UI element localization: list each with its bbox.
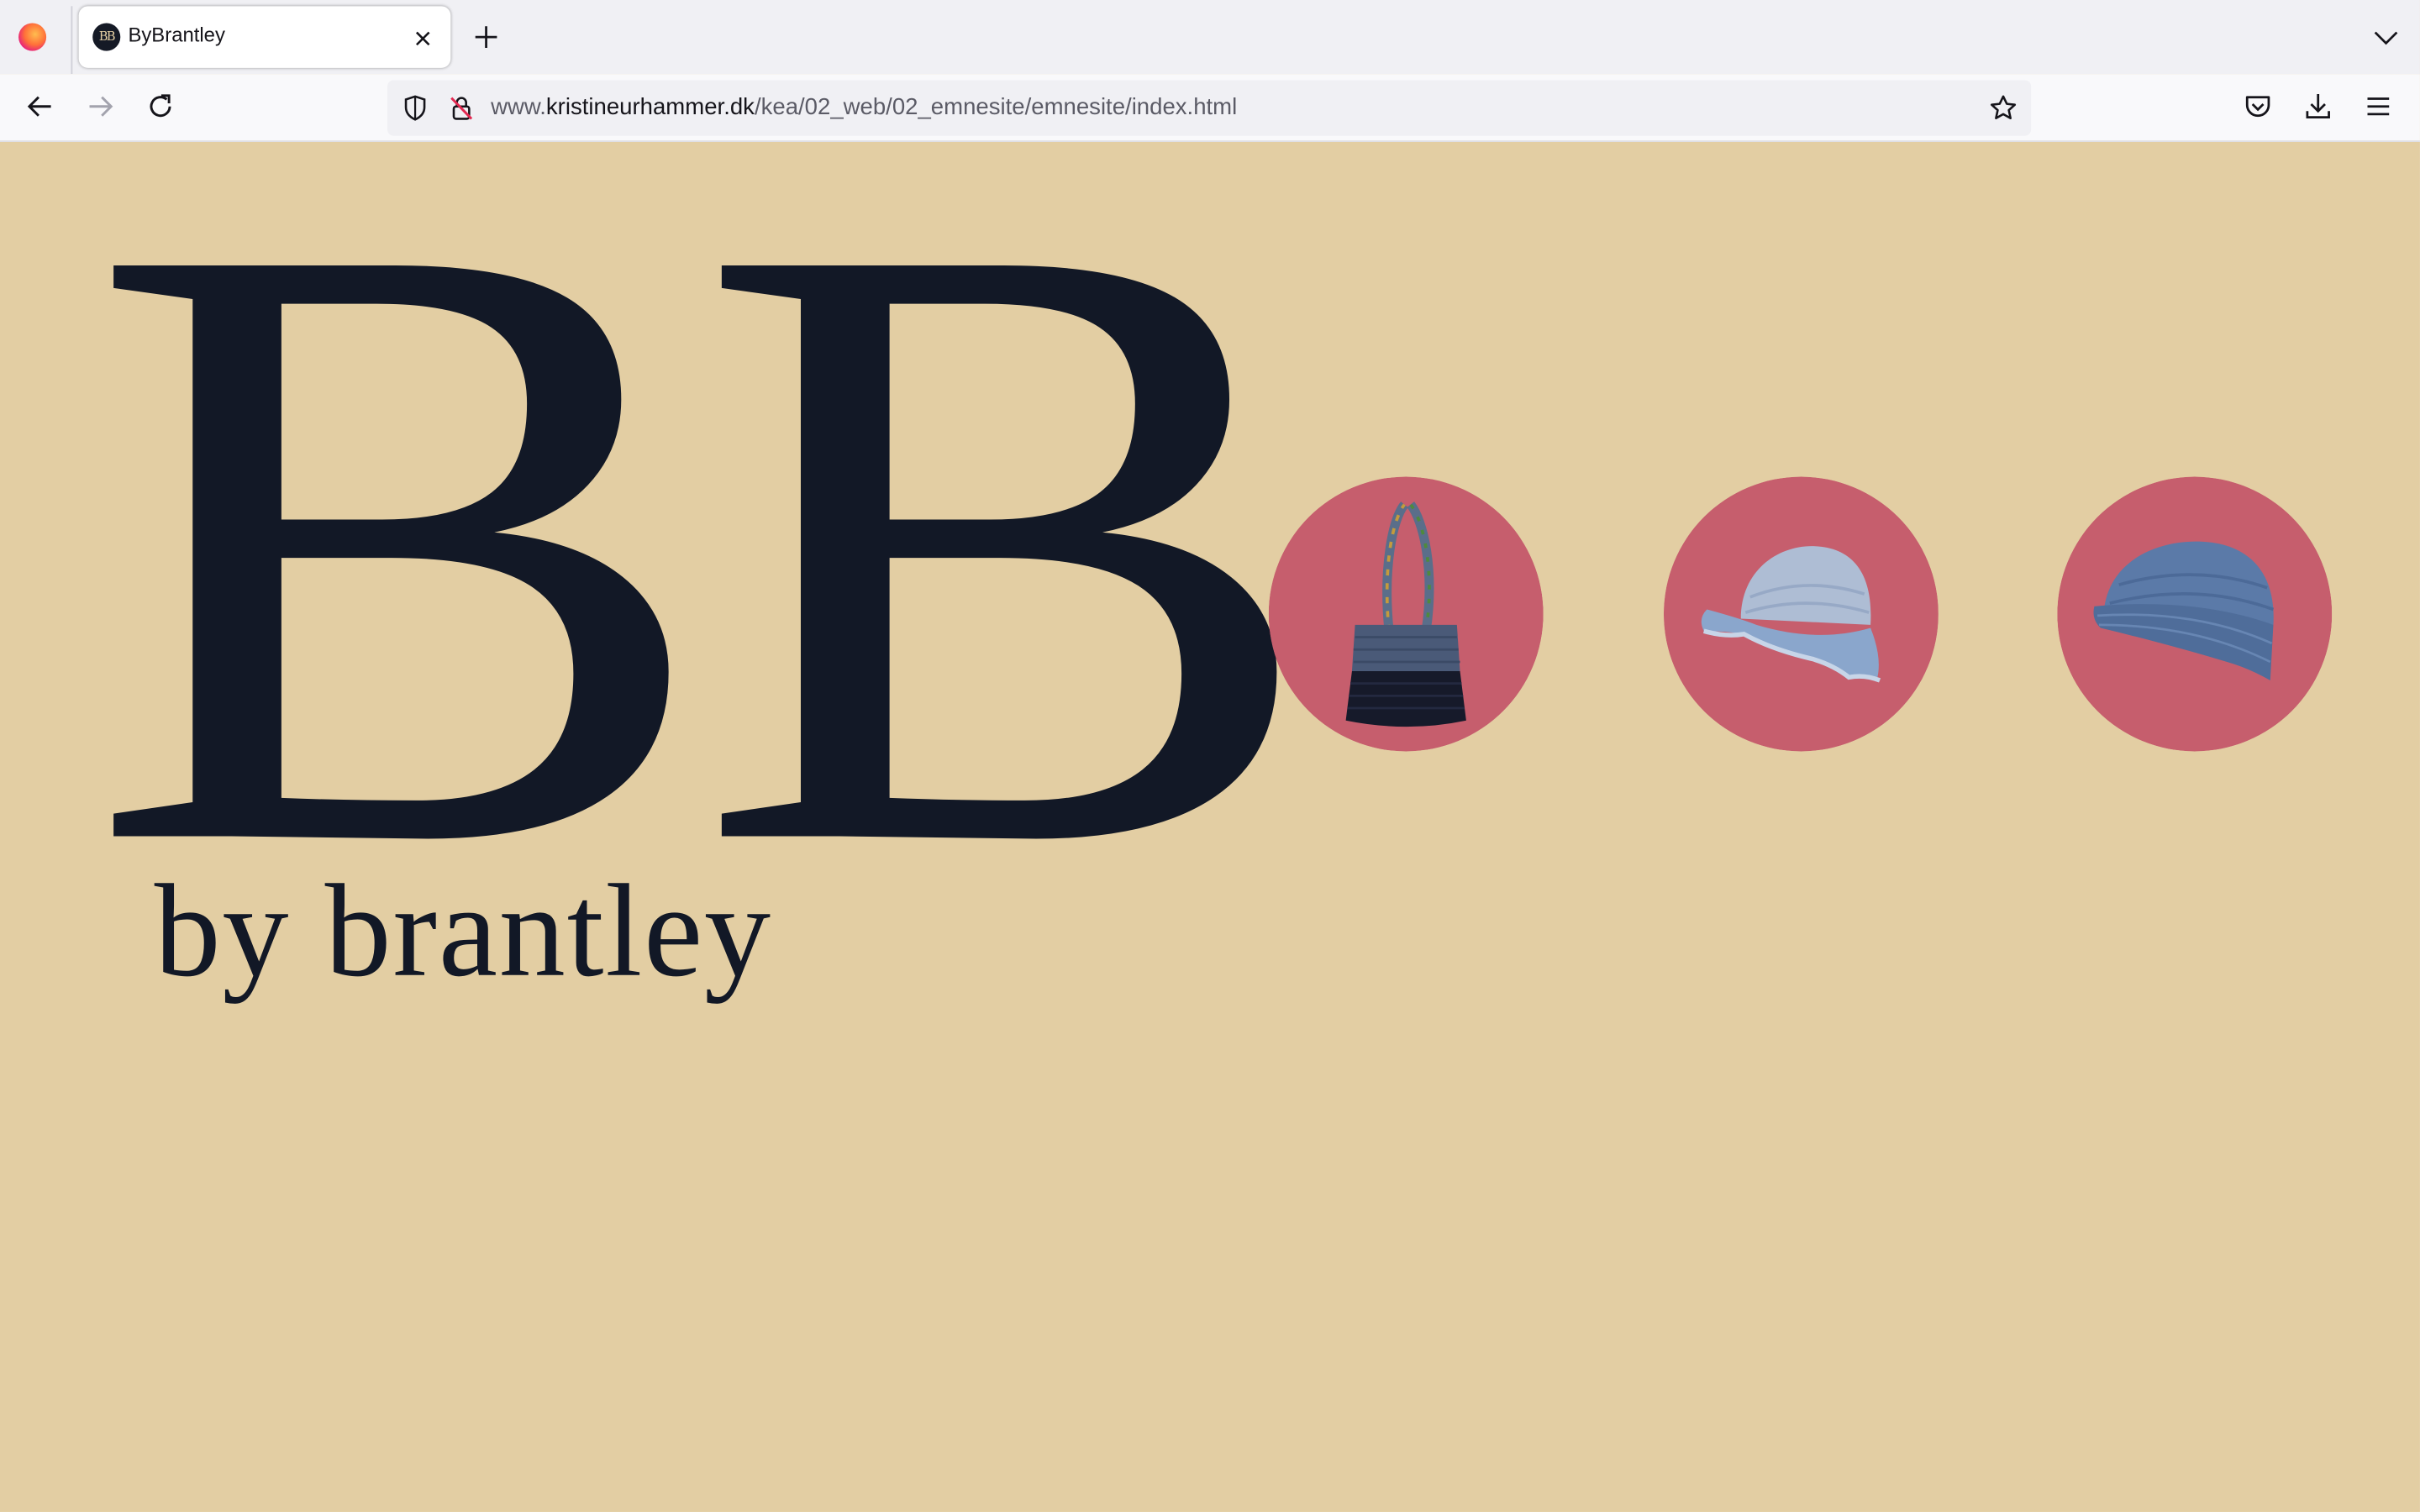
site-logo-monogram[interactable]: BB bbox=[87, 108, 1323, 980]
close-tab-icon[interactable] bbox=[409, 24, 437, 52]
bucket-hat-icon bbox=[1663, 476, 1939, 752]
site-favicon-icon: BB bbox=[92, 23, 121, 51]
beanie-icon bbox=[2057, 476, 2333, 752]
browser-window: BB ByBrantley www.kristineurhammer.dk/ke… bbox=[0, 0, 2420, 1512]
firefox-icon[interactable] bbox=[18, 23, 47, 51]
product-crochet-bag[interactable] bbox=[1268, 476, 1544, 752]
new-tab-plus-icon[interactable] bbox=[469, 20, 502, 54]
tab-separator bbox=[71, 6, 73, 75]
site-tagline: by brantley bbox=[154, 856, 772, 1005]
list-all-tabs-chevron-icon[interactable] bbox=[2370, 24, 2402, 51]
tab-bybrantley[interactable]: BB ByBrantley bbox=[78, 6, 451, 68]
product-beanie[interactable] bbox=[2057, 476, 2333, 752]
product-bucket-hat[interactable] bbox=[1663, 476, 1939, 752]
tab-title: ByBrantley bbox=[128, 23, 225, 47]
pocket-icon[interactable] bbox=[2241, 90, 2275, 123]
bag-icon bbox=[1268, 476, 1544, 752]
downloads-icon[interactable] bbox=[2302, 90, 2335, 123]
back-arrow-icon[interactable] bbox=[24, 90, 57, 123]
bookmark-star-icon[interactable] bbox=[1988, 92, 2019, 123]
app-menu-hamburger-icon[interactable] bbox=[2361, 90, 2395, 123]
